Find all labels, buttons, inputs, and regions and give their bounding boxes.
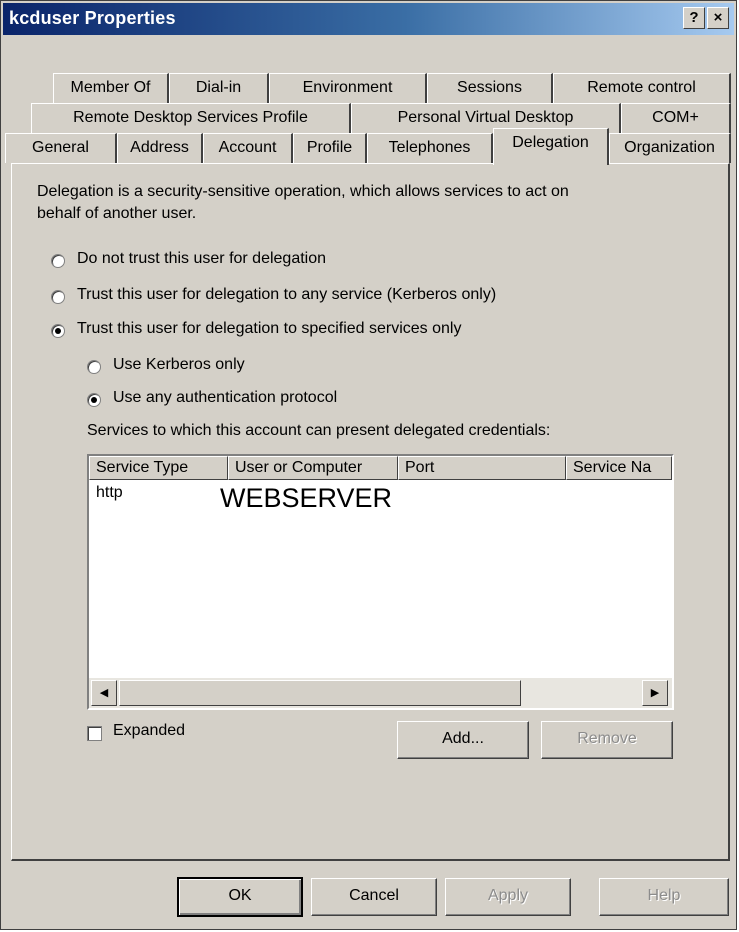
window-title: kcduser Properties [9, 8, 176, 28]
help-question-button[interactable]: ? [683, 7, 705, 29]
tab-member-of[interactable]: Member Of [53, 73, 169, 103]
tab-remote-control[interactable]: Remote control [553, 73, 731, 103]
radio-do-not-trust-label[interactable]: Do not trust this user for delegation [77, 250, 326, 268]
column-header-port[interactable]: Port [398, 456, 566, 480]
radio-do-not-trust[interactable] [51, 254, 65, 268]
column-header-service-name[interactable]: Service Na [566, 456, 672, 480]
tab-profile[interactable]: Profile [293, 133, 367, 163]
radio-trust-any-service[interactable] [51, 290, 65, 304]
apply-button[interactable]: Apply [445, 878, 571, 916]
tab-delegation[interactable]: Delegation [493, 128, 609, 165]
services-list[interactable]: Service Type User or Computer Port Servi… [87, 454, 674, 710]
help-button[interactable]: Help [599, 878, 729, 916]
tab-remote-desktop-services-profile[interactable]: Remote Desktop Services Profile [31, 103, 351, 133]
tab-organization[interactable]: Organization [609, 133, 731, 163]
tab-sessions[interactable]: Sessions [427, 73, 553, 103]
radio-use-kerberos-only[interactable] [87, 360, 101, 374]
radio-use-any-authentication-label[interactable]: Use any authentication protocol [113, 389, 337, 407]
radio-use-kerberos-only-label[interactable]: Use Kerberos only [113, 356, 245, 374]
radio-trust-any-service-label[interactable]: Trust this user for delegation to any se… [77, 286, 496, 304]
remove-button[interactable]: Remove [541, 721, 673, 759]
tab-telephones[interactable]: Telephones [367, 133, 493, 163]
title-bar[interactable]: kcduser Properties ? × [3, 3, 734, 35]
cancel-button[interactable]: Cancel [311, 878, 437, 916]
radio-trust-specified-services-label[interactable]: Trust this user for delegation to specif… [77, 320, 461, 338]
description-line1: Delegation is a security-sensitive opera… [37, 183, 569, 200]
radio-trust-specified-services[interactable] [51, 324, 65, 338]
scroll-thumb[interactable] [119, 680, 521, 706]
tab-account[interactable]: Account [203, 133, 293, 163]
tab-general[interactable]: General [5, 133, 117, 163]
description-line2: behalf of another user. [37, 205, 197, 222]
scroll-left-icon[interactable]: ◀ [91, 680, 117, 706]
expanded-label[interactable]: Expanded [113, 722, 185, 740]
services-label: Services to which this account can prese… [87, 422, 551, 439]
horizontal-scrollbar[interactable]: ◀ ▶ [89, 678, 672, 708]
tab-address[interactable]: Address [117, 133, 203, 163]
tab-environment[interactable]: Environment [269, 73, 427, 103]
cell-service-type: http [96, 484, 123, 501]
close-button[interactable]: × [707, 7, 729, 29]
ok-button[interactable]: OK [177, 877, 303, 917]
properties-dialog: kcduser Properties ? × Member Of Dial-in… [0, 0, 737, 930]
scroll-right-icon[interactable]: ▶ [642, 680, 668, 706]
tab-com-plus[interactable]: COM+ [621, 103, 731, 133]
add-button[interactable]: Add... [397, 721, 529, 759]
radio-use-any-authentication[interactable] [87, 393, 101, 407]
cell-user-or-computer: WEBSERVER [220, 483, 393, 513]
column-header-user-or-computer[interactable]: User or Computer [228, 456, 398, 480]
expanded-checkbox[interactable] [87, 726, 102, 741]
table-row[interactable]: http WEBSERVER [89, 480, 672, 520]
tab-dial-in[interactable]: Dial-in [169, 73, 269, 103]
column-header-service-type[interactable]: Service Type [89, 456, 228, 480]
